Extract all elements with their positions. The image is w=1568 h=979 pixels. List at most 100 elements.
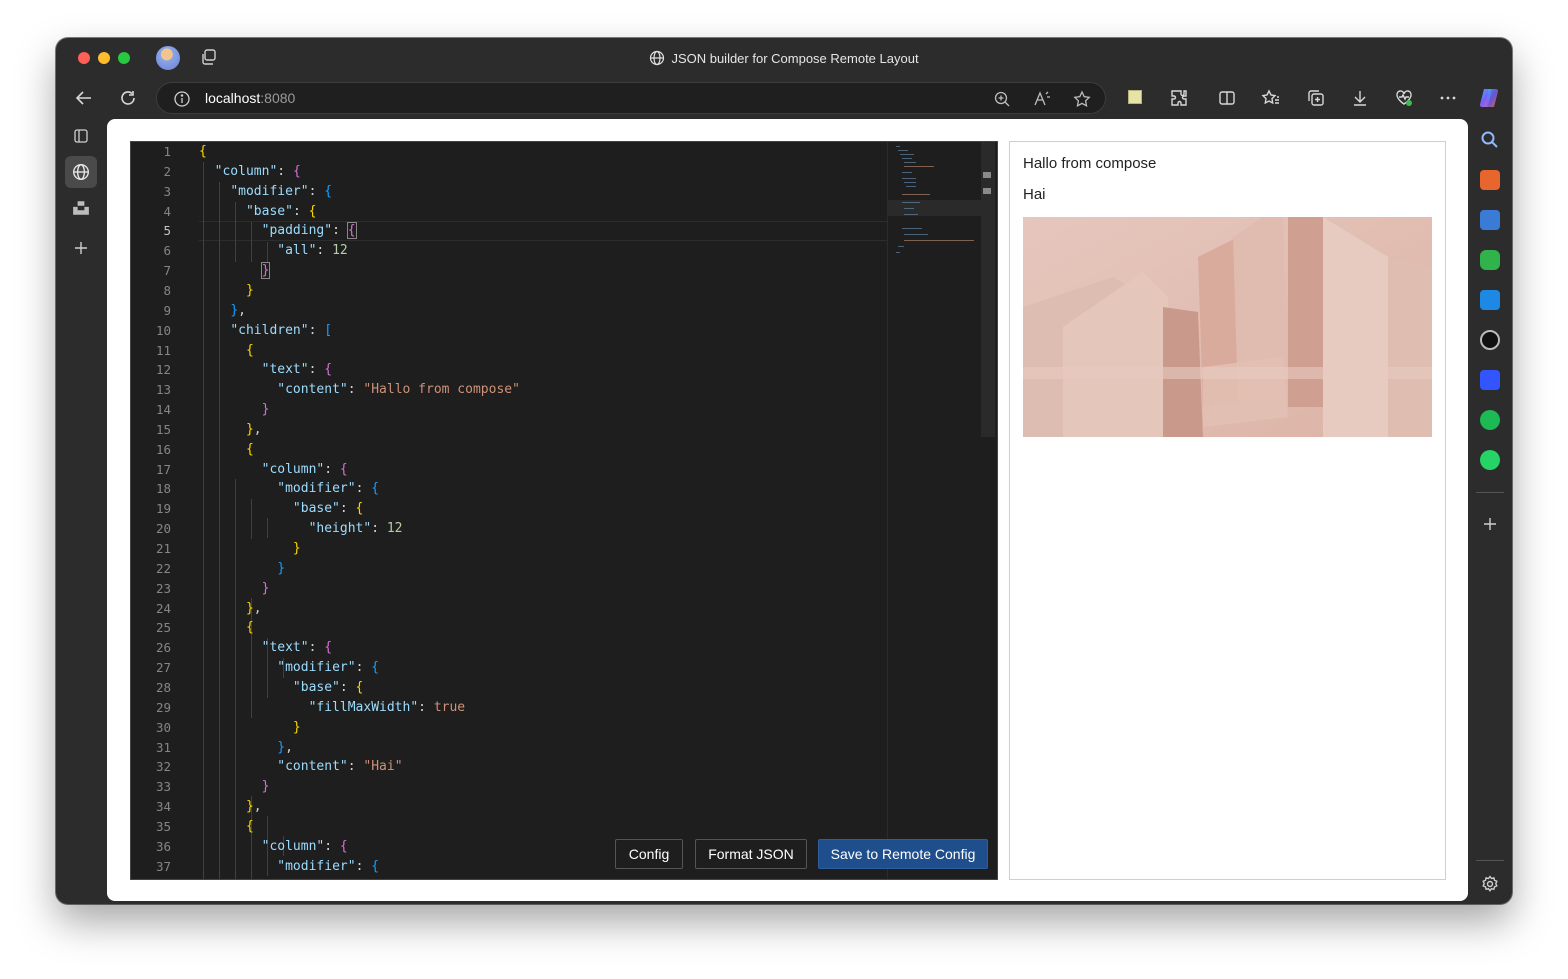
favorites-icon[interactable]	[1261, 88, 1281, 108]
code-line: "column": {	[214, 163, 301, 179]
game-icon[interactable]	[1480, 250, 1500, 270]
globe-icon	[650, 50, 665, 66]
chatgpt-icon[interactable]	[1480, 330, 1500, 350]
site-info-icon[interactable]	[173, 90, 191, 108]
line-number: 24	[155, 600, 171, 616]
line-number: 33	[155, 779, 171, 795]
line-number: 25	[155, 620, 171, 636]
code-line: "text": {	[261, 362, 333, 378]
line-number: 31	[155, 739, 171, 755]
code-line: "content": "Hai"	[277, 759, 403, 775]
tools-briefcase-icon[interactable]	[1480, 170, 1500, 190]
back-arrow-icon[interactable]	[74, 88, 94, 108]
extensions-puzzle-icon[interactable]	[1169, 88, 1189, 108]
line-number: 12	[155, 362, 171, 378]
code-line: "base": {	[292, 501, 364, 517]
split-screen-icon[interactable]	[1217, 88, 1237, 108]
code-line: {	[199, 144, 207, 159]
line-number: 30	[155, 719, 171, 735]
line-number: 10	[155, 322, 171, 338]
line-number: 7	[163, 263, 171, 279]
line-number: 21	[155, 541, 171, 556]
web-page: 1 2 3 4 5 6 7 8 9 10 11 12 13 14 15 16 17 18 19 20 21 22 23 24 2…	[107, 119, 1468, 901]
line-number: 36	[155, 838, 171, 854]
line-number: 1	[163, 144, 171, 159]
code-line: "column": {	[261, 461, 348, 477]
line-number-gutter: 1 2 3 4 5 6 7 8 9 10 11 12 13 14 15 16 17 18 19 20 21 22 23 24 2…	[131, 142, 189, 879]
browser-essentials-icon[interactable]	[1394, 88, 1414, 108]
settings-gear-icon[interactable]	[1480, 874, 1500, 894]
line-number: 34	[155, 799, 171, 815]
code-line: "all": 12	[277, 243, 348, 259]
search-icon[interactable]	[1480, 130, 1500, 150]
window-title: JSON builder for Compose Remote Layout	[56, 50, 1512, 66]
new-tab-plus-icon[interactable]	[69, 236, 93, 260]
line-number: 3	[163, 183, 171, 199]
zoom-icon[interactable]	[993, 90, 1011, 108]
more-options-icon[interactable]	[1438, 88, 1458, 108]
calendar-icon[interactable]	[1480, 290, 1500, 310]
downloads-icon[interactable]	[1350, 88, 1370, 108]
title-bar: JSON builder for Compose Remote Layout	[56, 38, 1512, 78]
code-line: {	[245, 620, 254, 636]
line-number: 32	[155, 759, 171, 775]
code-area[interactable]: { "column": { "modifier": { "base": { "p…	[199, 142, 889, 879]
save-remote-config-button[interactable]: Save to Remote Config	[818, 839, 988, 869]
line-number: 14	[155, 402, 171, 418]
bluesky-icon[interactable]	[1480, 370, 1500, 390]
code-line: "modifier": {	[277, 660, 380, 676]
browser-window: JSON builder for Compose Remote Layout l…	[56, 38, 1512, 904]
line-number: 13	[155, 382, 171, 398]
code-line: "base": {	[245, 203, 317, 219]
favorite-star-icon[interactable]	[1073, 90, 1091, 108]
read-aloud-icon[interactable]	[1033, 90, 1051, 108]
line-number: 22	[155, 560, 171, 576]
add-sidebar-app-icon[interactable]	[1480, 514, 1500, 534]
line-number: 27	[155, 660, 171, 676]
config-button[interactable]: Config	[615, 839, 683, 869]
line-number: 28	[155, 679, 171, 695]
scrollbar-marker	[983, 188, 991, 194]
code-line: {	[245, 818, 254, 834]
editor-scrollbar[interactable]	[981, 142, 995, 437]
active-tab[interactable]	[65, 156, 97, 188]
whatsapp-icon[interactable]	[1480, 450, 1500, 470]
spotify-icon[interactable]	[1480, 410, 1500, 430]
vertical-tab-bar	[56, 118, 106, 904]
note-extension-icon[interactable]	[1128, 90, 1142, 104]
layout-preview-panel: Hallo from compose Hai	[1009, 141, 1446, 880]
json-code-editor[interactable]: 1 2 3 4 5 6 7 8 9 10 11 12 13 14 15 16 17 18 19 20 21 22 23 24 2…	[130, 141, 998, 880]
code-line: }	[260, 262, 271, 280]
tab-actions-icon[interactable]	[69, 124, 93, 148]
line-number: 6	[163, 243, 171, 259]
code-line: "modifier": {	[230, 183, 333, 199]
line-number: 26	[155, 640, 171, 656]
code-line: },	[277, 739, 293, 755]
format-json-button[interactable]: Format JSON	[695, 839, 807, 869]
line-number: 18	[155, 481, 171, 497]
code-line: "height": 12	[308, 521, 403, 537]
translate-icon[interactable]	[1480, 210, 1500, 230]
code-line: "modifier": {	[277, 858, 380, 874]
code-line: {	[245, 441, 254, 457]
refresh-icon[interactable]	[118, 88, 138, 108]
url-text[interactable]: localhost:8080	[205, 90, 295, 106]
code-minimap[interactable]	[887, 142, 982, 879]
code-line: },	[245, 799, 262, 815]
scrollbar-marker	[983, 172, 991, 178]
preview-text-hai: Hai	[1023, 186, 1046, 203]
address-bar[interactable]: localhost:8080	[156, 82, 1106, 114]
line-number: 29	[155, 699, 171, 715]
line-number: 5	[163, 223, 171, 239]
code-line: "content": "Hallo from compose"	[277, 382, 520, 398]
unsplash-tab-icon[interactable]	[69, 196, 93, 220]
line-number: 2	[163, 163, 171, 179]
copilot-icon[interactable]	[1478, 86, 1502, 110]
edge-sidebar	[1468, 118, 1512, 904]
code-line: }	[245, 282, 254, 298]
line-number: 35	[155, 818, 171, 834]
code-line: "column": {	[261, 838, 348, 854]
code-line: "fillMaxWidth": true	[308, 699, 466, 715]
collections-icon[interactable]	[1306, 88, 1326, 108]
url-host: localhost	[205, 90, 261, 106]
